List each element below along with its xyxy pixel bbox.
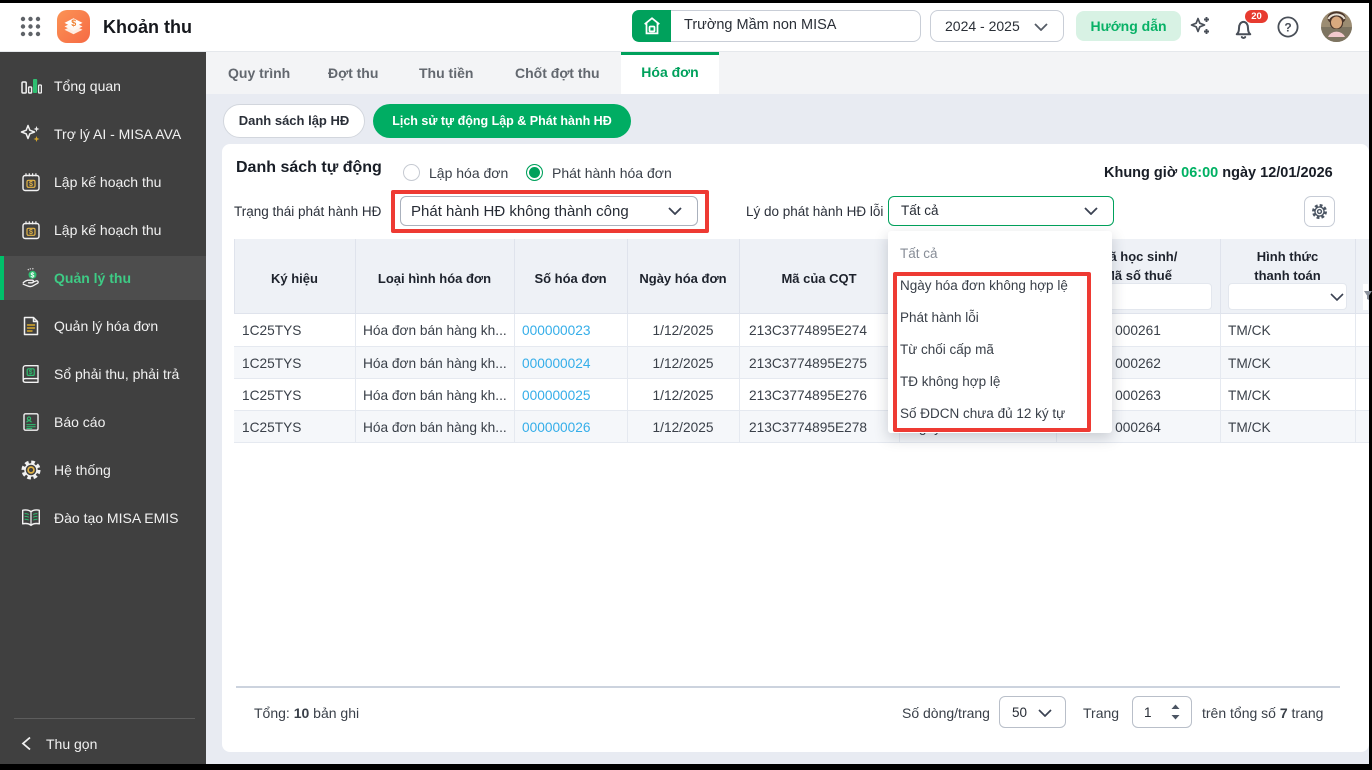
svg-text:$: $ [29, 369, 33, 376]
svg-text:$: $ [29, 181, 33, 188]
svg-text:$: $ [29, 229, 33, 236]
svg-text:$: $ [31, 273, 35, 280]
svg-text:?: ? [1284, 20, 1291, 34]
svg-text:$: $ [71, 18, 76, 28]
